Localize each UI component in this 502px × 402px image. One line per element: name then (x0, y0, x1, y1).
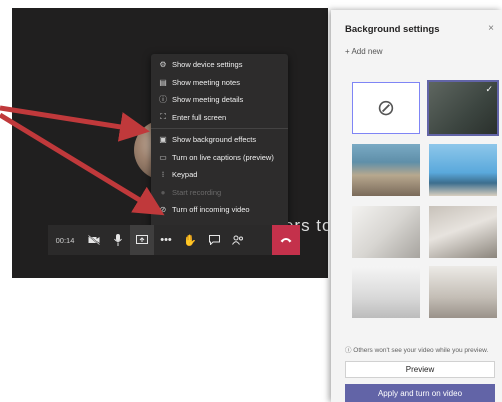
none-icon: ⊘ (376, 95, 396, 120)
close-icon[interactable]: × (488, 23, 494, 34)
apply-and-turn-on-video-button[interactable]: Apply and turn on video (345, 384, 495, 402)
background-effects-icon: ▣ (159, 135, 167, 145)
menu-item-label: Show meeting details (172, 95, 244, 105)
hang-up-icon (280, 238, 292, 243)
notes-icon: ▤ (159, 77, 167, 87)
background-room-tile[interactable] (429, 266, 497, 318)
mute-button[interactable] (106, 225, 130, 255)
more-options-icon: ••• (160, 234, 172, 246)
menu-item-live-captions[interactable]: ▭ Turn on live captions (preview) (151, 149, 288, 167)
preview-note: ⓘ Others won't see your video while you … (345, 347, 489, 354)
background-office-tile[interactable] (352, 144, 420, 196)
captions-icon: ▭ (159, 152, 167, 162)
panel-title: Background settings (345, 24, 440, 35)
record-icon: ● (160, 187, 166, 197)
microphone-icon (114, 234, 122, 246)
menu-item-device-settings[interactable]: ⚙ Show device settings (151, 56, 288, 74)
menu-item-full-screen[interactable]: ⛶ Enter full screen (151, 109, 288, 127)
menu-item-label: Show meeting notes (172, 77, 240, 87)
menu-item-label: Turn on live captions (preview) (172, 152, 274, 162)
camera-toggle-button[interactable] (82, 225, 106, 255)
raise-hand-icon: ✋ (183, 234, 197, 247)
menu-item-meeting-details[interactable]: ⓘ Show meeting details (151, 91, 288, 109)
background-blur-tile[interactable]: ✓ (427, 80, 499, 136)
background-settings-panel: Background settings × + Add new ⊘ ✓ ⓘ Ot… (331, 10, 502, 402)
menu-item-label: Enter full screen (172, 112, 227, 122)
menu-item-incoming-video[interactable]: ⊘ Turn off incoming video (151, 201, 288, 219)
gear-icon: ⚙ (159, 60, 167, 70)
menu-divider (151, 128, 288, 129)
menu-item-label: Keypad (172, 170, 198, 180)
background-beach-tile[interactable] (429, 144, 497, 196)
menu-item-label: Show background effects (172, 135, 257, 145)
raise-hand-button[interactable]: ✋ (178, 225, 202, 255)
menu-item-label: Turn off incoming video (172, 205, 250, 215)
add-new-button[interactable]: + Add new (345, 47, 383, 56)
background-room-tile[interactable] (429, 206, 497, 258)
video-off-icon (88, 235, 100, 245)
background-none-tile[interactable]: ⊘ (352, 82, 420, 134)
call-timer: 00:14 (55, 235, 75, 245)
menu-item-background-effects[interactable]: ▣ Show background effects (151, 131, 288, 149)
participants-button[interactable] (226, 225, 250, 255)
participants-icon (232, 235, 243, 245)
video-off-icon: ⊘ (159, 205, 167, 215)
chat-icon (208, 235, 220, 245)
fullscreen-icon: ⛶ (160, 112, 166, 122)
background-room-tile[interactable] (352, 206, 420, 258)
share-screen-icon (136, 235, 148, 244)
background-room-tile[interactable] (352, 266, 420, 318)
info-icon: ⓘ (159, 95, 167, 105)
meeting-window: Waiting for others to join... ⚙ Show dev… (12, 8, 328, 278)
more-actions-menu: ⚙ Show device settings ▤ Show meeting no… (151, 54, 288, 236)
more-options-button[interactable]: ••• (154, 225, 178, 255)
menu-item-meeting-notes[interactable]: ▤ Show meeting notes (151, 74, 288, 92)
chat-button[interactable] (202, 225, 226, 255)
checkmark-icon: ✓ (485, 84, 493, 94)
keypad-icon: ⁝ (161, 170, 165, 180)
share-screen-button[interactable] (130, 225, 154, 255)
menu-item-start-recording: ● Start recording (151, 184, 288, 202)
menu-item-keypad[interactable]: ⁝ Keypad (151, 166, 288, 184)
call-toolbar: 00:14 ••• ✋ (48, 225, 300, 255)
menu-item-label: Start recording (172, 187, 222, 197)
preview-button[interactable]: Preview (345, 361, 495, 378)
menu-item-label: Show device settings (172, 60, 243, 70)
hang-up-button[interactable] (272, 225, 300, 255)
